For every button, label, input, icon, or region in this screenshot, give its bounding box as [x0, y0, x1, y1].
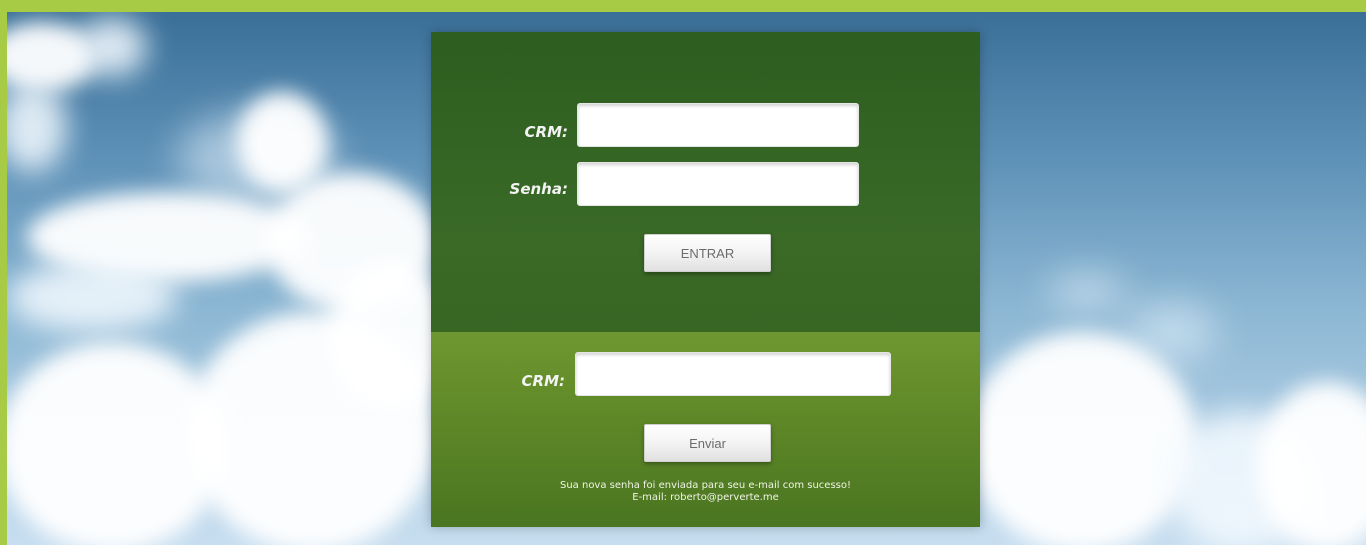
cloud	[967, 332, 1197, 545]
login-panel: CRM: Senha: ENTRAR CRM: Enviar Sua nova …	[431, 32, 980, 527]
email-message: E-mail: roberto@perverte.me	[632, 492, 779, 503]
password-label: Senha:	[509, 180, 568, 198]
password-recovery-form: CRM: Enviar Sua nova senha foi enviada p…	[431, 332, 980, 527]
cloud	[237, 92, 327, 192]
recovery-crm-label: CRM:	[521, 372, 565, 390]
cloud	[1257, 382, 1366, 545]
cloud	[77, 17, 147, 77]
login-form: CRM: Senha: ENTRAR	[431, 32, 980, 332]
cloud	[7, 82, 67, 172]
password-input[interactable]	[577, 162, 859, 206]
crm-input[interactable]	[577, 103, 859, 147]
crm-label: CRM:	[524, 123, 568, 141]
recovery-crm-input[interactable]	[575, 352, 891, 396]
login-button[interactable]: ENTRAR	[644, 234, 771, 272]
send-button[interactable]: Enviar	[644, 424, 771, 462]
cloud	[7, 262, 177, 332]
sky-background: CRM: Senha: ENTRAR CRM: Enviar Sua nova …	[7, 12, 1366, 545]
cloud	[1047, 272, 1127, 312]
success-message: Sua nova senha foi enviada para seu e-ma…	[559, 480, 851, 491]
